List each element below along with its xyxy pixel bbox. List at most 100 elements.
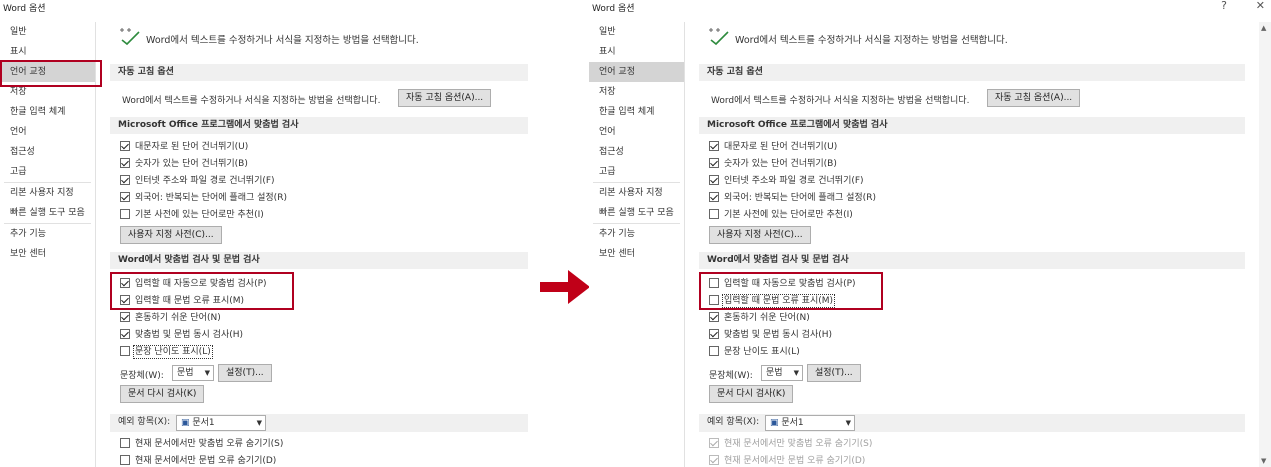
nav-item-addins[interactable]: 추가 기능 [589,224,684,244]
option-check-grammar-spelling[interactable]: 맞춤법 및 문법 동시 검사(H) [120,327,243,343]
option-label: 맞춤법 및 문법 동시 검사(H) [724,330,833,340]
nav-item-language[interactable]: 언어 [589,122,684,142]
close-button[interactable]: ✕ [1256,0,1265,12]
option-main-dictionary[interactable]: 기본 사전에 있는 단어로만 추천(I) [709,207,853,223]
nav-item-quick-access[interactable]: 빠른 실행 도구 모음 [589,203,684,223]
checkbox[interactable] [120,192,130,202]
custom-dictionary-button[interactable]: 사용자 지정 사전(C)... [709,226,811,244]
section-autocorrect: 자동 고침 옵션 [110,64,528,81]
checkbox[interactable] [120,209,130,219]
checkbox[interactable] [709,312,719,322]
option-ignore-internet[interactable]: 인터넷 주소와 파일 경로 건너뛰기(F) [709,173,864,189]
nav-item-korean-input[interactable]: 한글 입력 체계 [589,102,684,122]
checkbox[interactable] [120,329,130,339]
option-label: 맞춤법 및 문법 동시 검사(H) [135,330,244,340]
option-confused-words[interactable]: 혼동하기 쉬운 단어(N) [120,310,221,326]
checkbox[interactable] [709,175,719,185]
option-label: 외국어: 반복되는 단어에 플래그 설정(R) [724,193,876,203]
checkbox[interactable] [709,346,719,356]
checkbox[interactable] [120,141,130,151]
nav-item-customize-ribbon[interactable]: 리본 사용자 지정 [0,183,95,203]
dropdown-arrow-icon: ▼ [256,419,262,427]
nav-item-korean-input[interactable]: 한글 입력 체계 [0,102,95,122]
option-flag-repeated[interactable]: 외국어: 반복되는 단어에 플래그 설정(R) [120,190,287,206]
settings-button[interactable]: 설정(T)... [807,364,861,382]
checkbox[interactable] [120,438,130,448]
checkbox[interactable] [709,209,719,219]
word-options-window-before: Word 옵션 일반 표시 언어 교정 저장 한글 입력 체계 언어 접근성 고… [0,0,540,467]
section-autocorrect: 자동 고침 옵션 [699,64,1245,81]
custom-dictionary-button[interactable]: 사용자 지정 사전(C)... [120,226,222,244]
checkbox [709,455,719,465]
dropdown-arrow-icon: ▼ [204,369,210,377]
nav-item-accessibility[interactable]: 접근성 [589,142,684,162]
option-label: 기본 사전에 있는 단어로만 추천(I) [135,210,264,220]
title-bar: Word 옵션 [0,0,540,14]
nav-item-addins[interactable]: 추가 기능 [0,224,95,244]
nav-item-save[interactable]: 저장 [589,82,684,102]
autocorrect-options-button[interactable]: 자동 고침 옵션(A)... [987,89,1081,107]
option-label: 대문자로 된 단어 건너뛰기(U) [724,142,838,152]
word-doc-icon: ▣ [770,418,782,428]
nav-item-customize-ribbon[interactable]: 리본 사용자 지정 [589,183,684,203]
nav-item-trust-center[interactable]: 보안 센터 [589,244,684,264]
nav-item-display[interactable]: 표시 [589,42,684,62]
checkbox[interactable] [709,141,719,151]
writing-style-select[interactable]: 문법 ▼ [761,365,803,381]
option-ignore-uppercase[interactable]: 대문자로 된 단어 건너뛰기(U) [120,139,248,155]
nav-item-trust-center[interactable]: 보안 센터 [0,244,95,264]
title-bar: Word 옵션 ? ✕ [589,0,1271,14]
writing-style-label: 문장체(W): [120,371,164,381]
vertical-scrollbar[interactable]: ▲ ▼ [1259,22,1271,467]
nav-item-accessibility[interactable]: 접근성 [0,142,95,162]
scroll-down-icon[interactable]: ▼ [1261,457,1266,465]
checkbox[interactable] [120,455,130,465]
option-ignore-numbers[interactable]: 숫자가 있는 단어 건너뛰기(B) [709,156,837,172]
proofing-content: Word에서 텍스트를 수정하거나 서식을 지정하는 방법을 선택합니다. 자동… [104,22,540,467]
option-confused-words[interactable]: 혼동하기 쉬운 단어(N) [709,310,810,326]
settings-button[interactable]: 설정(T)... [218,364,272,382]
section-word-spelling: Word에서 맞춤법 검사 및 문법 검사 [110,252,528,269]
option-ignore-uppercase[interactable]: 대문자로 된 단어 건너뛰기(U) [709,139,837,155]
checkbox[interactable] [120,346,130,356]
option-readability-stats[interactable]: 문장 난이도 표시(L) [709,344,800,360]
option-hide-spelling-errors[interactable]: 현재 문서에서만 맞춤법 오류 숨기기(S) [120,436,283,452]
option-ignore-numbers[interactable]: 숫자가 있는 단어 건너뛰기(B) [120,156,248,172]
recheck-document-button[interactable]: 문서 다시 검사(K) [709,385,794,403]
option-label: 현재 문서에서만 문법 오류 숨기기(D) [724,456,866,466]
checkbox[interactable] [120,312,130,322]
nav-item-proofing[interactable]: 언어 교정 [589,62,684,82]
checkbox[interactable] [120,158,130,168]
help-button[interactable]: ? [1221,0,1227,12]
scroll-up-icon[interactable]: ▲ [1261,24,1266,32]
highlight-box-nav [0,60,102,87]
nav-item-general[interactable]: 일반 [0,22,95,42]
nav-item-advanced[interactable]: 고급 [589,162,684,182]
window-title: Word 옵션 [592,4,635,14]
nav-item-general[interactable]: 일반 [589,22,684,42]
writing-style-select[interactable]: 문법 ▼ [172,365,214,381]
nav-item-quick-access[interactable]: 빠른 실행 도구 모음 [0,203,95,223]
autocorrect-options-button[interactable]: 자동 고침 옵션(A)... [398,89,492,107]
exceptions-doc-select[interactable]: ▣ 문서1 ▼ [765,415,855,431]
option-ignore-internet[interactable]: 인터넷 주소와 파일 경로 건너뛰기(F) [120,173,275,189]
writing-style-label: 문장체(W): [709,371,753,381]
option-hide-grammar-errors[interactable]: 현재 문서에서만 문법 오류 숨기기(D) [120,453,276,467]
window-title: Word 옵션 [3,4,46,14]
nav-item-language[interactable]: 언어 [0,122,95,142]
checkbox[interactable] [120,175,130,185]
nav-item-advanced[interactable]: 고급 [0,162,95,182]
option-label: 현재 문서에서만 맞춤법 오류 숨기기(S) [724,439,873,449]
checkbox[interactable] [709,329,719,339]
nav-item-display[interactable]: 표시 [0,42,95,62]
checkbox[interactable] [709,158,719,168]
option-flag-repeated[interactable]: 외국어: 반복되는 단어에 플래그 설정(R) [709,190,876,206]
autocorrect-desc: Word에서 텍스트를 수정하거나 서식을 지정하는 방법을 선택합니다. [122,96,381,106]
option-readability-stats[interactable]: 문장 난이도 표시(L) [120,344,213,360]
option-main-dictionary[interactable]: 기본 사전에 있는 단어로만 추천(I) [120,207,264,223]
option-label: 숫자가 있는 단어 건너뛰기(B) [135,159,248,169]
checkbox[interactable] [709,192,719,202]
option-check-grammar-spelling[interactable]: 맞춤법 및 문법 동시 검사(H) [709,327,832,343]
recheck-document-button[interactable]: 문서 다시 검사(K) [120,385,205,403]
exceptions-doc-select[interactable]: ▣ 문서1 ▼ [176,415,266,431]
